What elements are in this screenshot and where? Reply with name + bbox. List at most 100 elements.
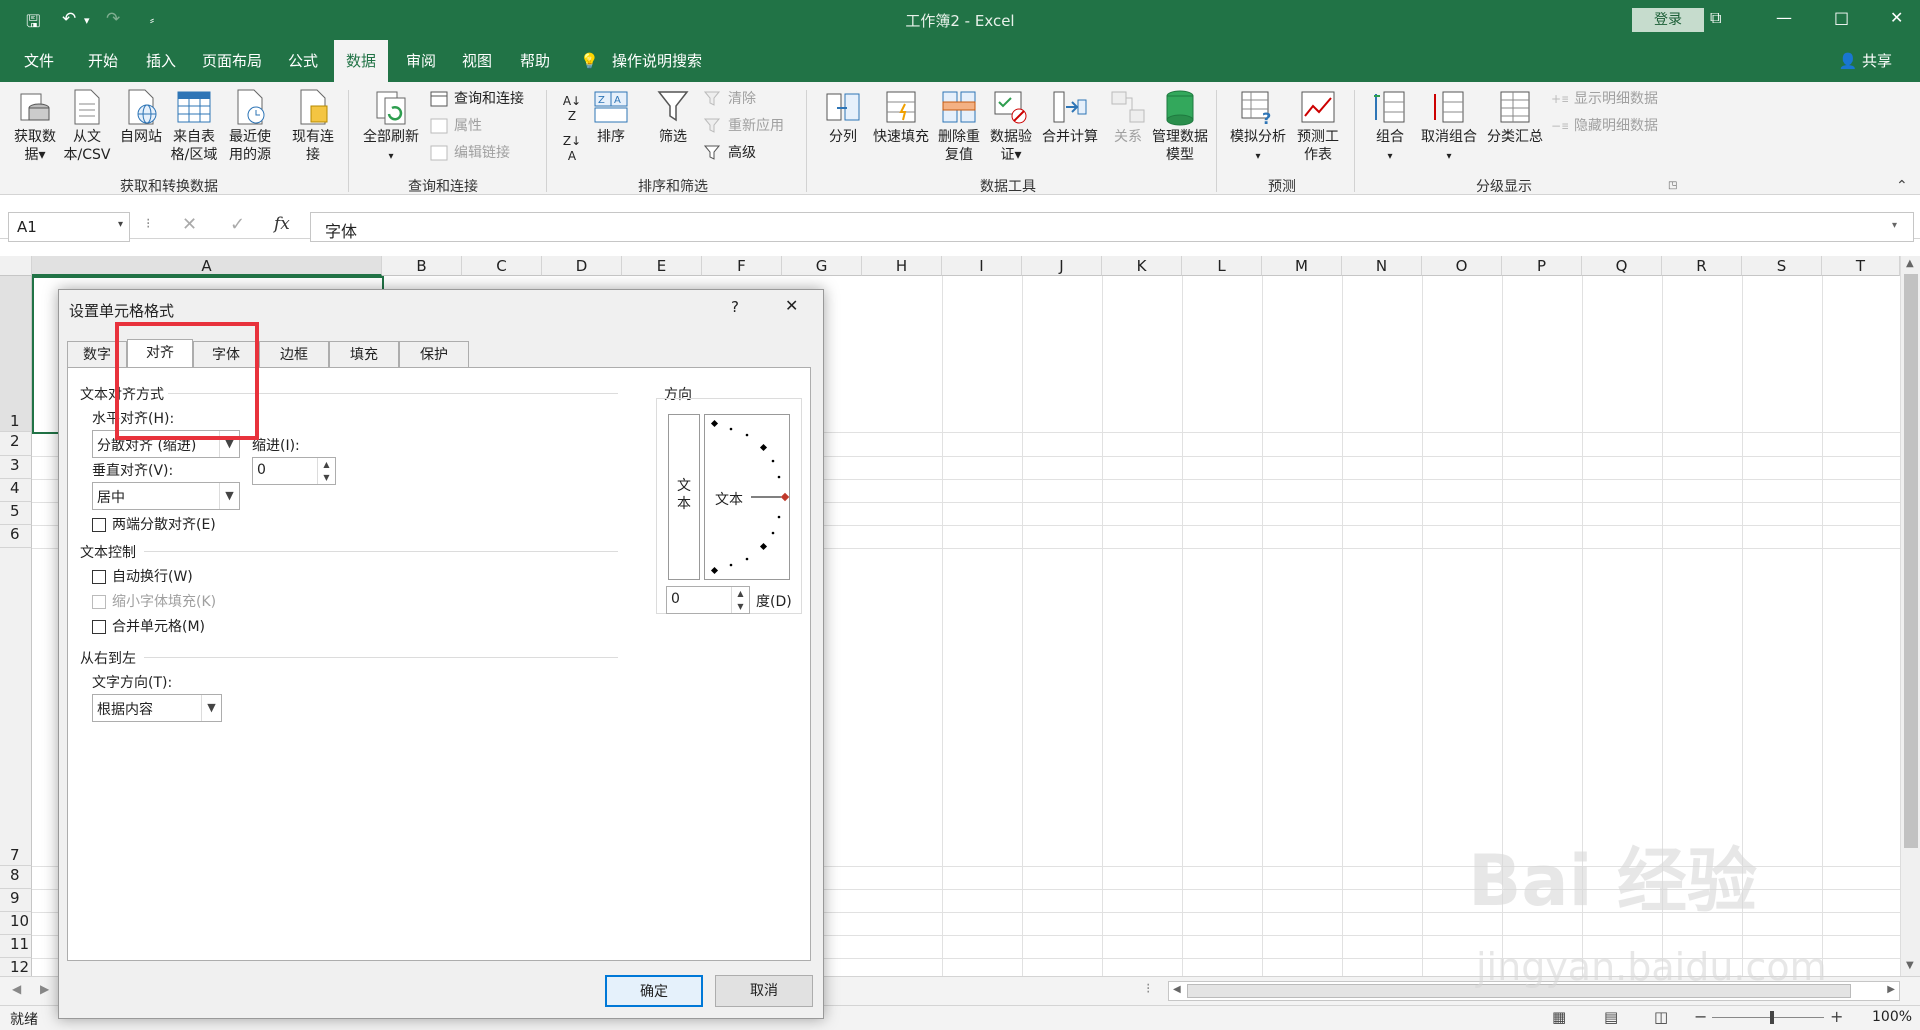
cancel-formula-icon[interactable]: ✕	[182, 214, 197, 235]
data-validation-button[interactable]: 数据验证▾	[986, 88, 1036, 164]
edit-links-button[interactable]: 编辑链接	[430, 142, 510, 164]
column-header[interactable]: D	[542, 256, 622, 276]
column-header[interactable]: Q	[1582, 256, 1662, 276]
insert-function-icon[interactable]: fx	[274, 214, 290, 234]
column-header[interactable]: N	[1342, 256, 1422, 276]
column-header[interactable]: H	[862, 256, 942, 276]
text-direction-select[interactable]: 根据内容 ▼	[92, 694, 222, 722]
undo-dropdown-icon[interactable]: ▾	[84, 14, 90, 27]
scroll-up-icon[interactable]: ▲	[1906, 258, 1914, 269]
row-header[interactable]: 11	[0, 935, 32, 958]
zoom-slider[interactable]	[1712, 1017, 1824, 1018]
merge-cells-checkbox[interactable]: 合并单元格(M)	[92, 618, 205, 636]
split-handle-icon[interactable]: ⁝	[1146, 981, 1150, 997]
column-header[interactable]: M	[1262, 256, 1342, 276]
tab-insert[interactable]: 插入	[144, 40, 178, 82]
ok-button[interactable]: 确定	[605, 975, 703, 1007]
vertical-select[interactable]: 居中 ▼	[92, 482, 240, 510]
column-header[interactable]: E	[622, 256, 702, 276]
properties-button[interactable]: 属性	[430, 115, 482, 137]
relationships-button[interactable]: 关系	[1106, 88, 1150, 146]
close-icon[interactable]: ✕	[1890, 8, 1903, 27]
ungroup-button[interactable]: 取消组合 ▾	[1416, 88, 1482, 166]
sort-button[interactable]: ZA 排序	[590, 88, 632, 146]
group-button[interactable]: 组合 ▾	[1364, 88, 1416, 166]
column-header[interactable]: O	[1422, 256, 1502, 276]
page-layout-view-icon[interactable]: ▤	[1604, 1008, 1618, 1026]
wrap-text-checkbox[interactable]: 自动换行(W)	[92, 568, 193, 586]
page-break-view-icon[interactable]: ◫	[1654, 1008, 1668, 1026]
tab-review[interactable]: 审阅	[404, 40, 438, 82]
spin-up-icon[interactable]: ▲	[731, 587, 749, 600]
sheet-prev-icon[interactable]: ◀	[12, 982, 21, 996]
spin-down-icon[interactable]: ▼	[317, 471, 335, 484]
column-header[interactable]: I	[942, 256, 1022, 276]
expand-formula-icon[interactable]: ▾	[1892, 220, 1897, 231]
spin-down-icon[interactable]: ▼	[731, 600, 749, 613]
what-if-analysis-button[interactable]: ? 模拟分析 ▾	[1226, 88, 1290, 166]
column-header[interactable]: B	[382, 256, 462, 276]
refresh-all-button[interactable]: 全部刷新 ▾	[356, 88, 426, 166]
customize-qat-icon[interactable]: ⸗	[150, 13, 154, 27]
indent-spinner[interactable]: 0 ▲ ▼	[252, 457, 336, 485]
row-header[interactable]: 3	[0, 456, 32, 479]
select-all-corner[interactable]	[0, 256, 32, 276]
reapply-button[interactable]: 重新应用	[703, 115, 784, 137]
ribbon-display-icon[interactable]: ⧉	[1710, 8, 1721, 28]
enter-formula-icon[interactable]: ✓	[230, 214, 245, 235]
tab-border[interactable]: 边框	[259, 341, 329, 367]
sort-az-button[interactable]: A↓ Z	[558, 94, 586, 124]
save-icon[interactable]: 🖫	[26, 9, 40, 38]
row-header[interactable]: 7	[0, 548, 32, 866]
recent-sources-button[interactable]: 最近使用的源	[224, 88, 276, 164]
restore-icon[interactable]: □	[1834, 8, 1849, 27]
column-header[interactable]: A	[32, 256, 382, 276]
tab-page-layout[interactable]: 页面布局	[200, 40, 264, 82]
normal-view-icon[interactable]: ▦	[1552, 1008, 1566, 1026]
queries-connections-button[interactable]: 查询和连接	[430, 88, 524, 110]
row-header[interactable]: 10	[0, 912, 32, 935]
vertical-text-box[interactable]: 文本	[668, 414, 700, 580]
tab-file[interactable]: 文件	[22, 40, 56, 82]
tab-data[interactable]: 数据	[334, 40, 389, 82]
column-header[interactable]: L	[1182, 256, 1262, 276]
dialog-close-button[interactable]: ✕	[785, 296, 798, 315]
scroll-down-icon[interactable]: ▼	[1906, 960, 1914, 971]
redo-icon[interactable]: ↷	[106, 9, 120, 29]
horizontal-scrollbar[interactable]: ◀ ▶	[1168, 981, 1900, 1001]
row-header[interactable]: 1	[0, 276, 32, 432]
consolidate-button[interactable]: 合并计算	[1038, 88, 1102, 146]
from-text-csv-button[interactable]: 从文本/CSV	[62, 88, 112, 164]
tab-home[interactable]: 开始	[86, 40, 120, 82]
column-header[interactable]: F	[702, 256, 782, 276]
remove-duplicates-button[interactable]: 删除重复值	[934, 88, 984, 164]
row-header[interactable]: 6	[0, 525, 32, 548]
row-header[interactable]: 5	[0, 502, 32, 525]
column-header[interactable]: R	[1662, 256, 1742, 276]
tab-fill[interactable]: 填充	[329, 341, 399, 367]
tab-formulas[interactable]: 公式	[286, 40, 320, 82]
scroll-left-icon[interactable]: ◀	[1173, 984, 1181, 995]
column-header[interactable]: C	[462, 256, 542, 276]
clear-button[interactable]: 清除	[703, 88, 756, 110]
flash-fill-button[interactable]: 快速填充	[870, 88, 932, 146]
zoom-slider-thumb[interactable]	[1770, 1011, 1774, 1024]
cancel-button[interactable]: 取消	[715, 975, 813, 1007]
degrees-spinner[interactable]: 0 ▲ ▼	[666, 586, 750, 614]
scroll-thumb[interactable]	[1904, 274, 1918, 848]
column-header[interactable]: J	[1022, 256, 1102, 276]
scroll-thumb[interactable]	[1187, 984, 1851, 998]
row-header[interactable]: 9	[0, 889, 32, 912]
subtotal-button[interactable]: 分类汇总	[1484, 88, 1546, 146]
get-data-button[interactable]: 获取数据▾	[10, 88, 60, 164]
row-header[interactable]: 4	[0, 479, 32, 502]
shrink-fit-checkbox[interactable]: 缩小字体填充(K)	[92, 593, 216, 611]
manage-data-model-button[interactable]: 管理数据模型	[1152, 88, 1208, 164]
show-detail-button[interactable]: +≡ 显示明细数据	[1550, 88, 1658, 110]
sort-za-button[interactable]: Z↓ A	[558, 134, 586, 164]
existing-connections-button[interactable]: 现有连接	[290, 88, 336, 164]
row-header[interactable]: 8	[0, 866, 32, 889]
vertical-scrollbar[interactable]: ▲ ▼	[1900, 256, 1920, 976]
formula-input[interactable]: 字体	[310, 212, 1914, 242]
dialog-launcher-icon[interactable]: ◳	[1668, 180, 1677, 191]
